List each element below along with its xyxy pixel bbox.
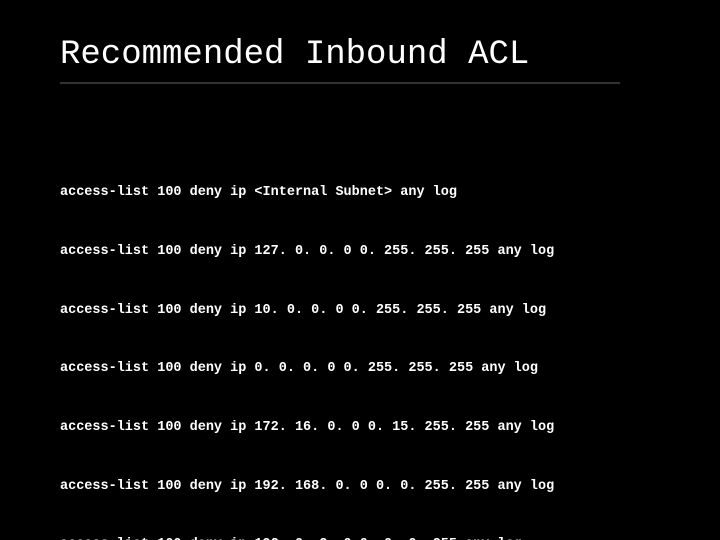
- acl-line: access-list 100 deny ip 10. 0. 0. 0 0. 2…: [60, 301, 660, 321]
- title-rule: [60, 82, 620, 84]
- acl-block: access-list 100 deny ip <Internal Subnet…: [60, 144, 660, 540]
- slide-title: Recommended Inbound ACL: [60, 36, 660, 74]
- acl-line: access-list 100 deny ip 192. 168. 0. 0 0…: [60, 477, 660, 497]
- acl-line: access-list 100 deny ip 127. 0. 0. 0 0. …: [60, 242, 660, 262]
- acl-line: access-list 100 deny ip 0. 0. 0. 0 0. 25…: [60, 359, 660, 379]
- acl-line: access-list 100 deny ip <Internal Subnet…: [60, 183, 660, 203]
- acl-line: access-list 100 deny ip 172. 16. 0. 0 0.…: [60, 418, 660, 438]
- slide: Recommended Inbound ACL access-list 100 …: [0, 0, 720, 540]
- acl-line: access-list 100 deny ip 192. 0. 2. 0 0. …: [60, 535, 660, 540]
